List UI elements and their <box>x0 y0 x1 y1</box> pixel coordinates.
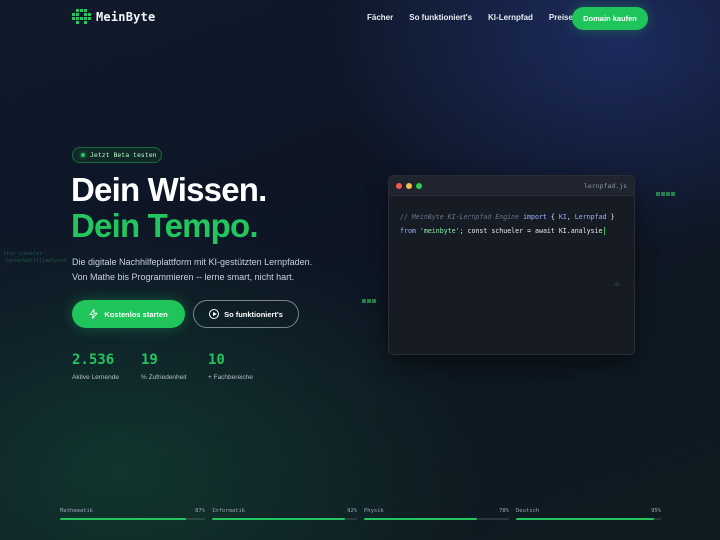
code-comma: , <box>566 213 571 221</box>
pixel-decoration <box>656 192 675 196</box>
stat-aktive-lernende: 2.536 Aktive Lernende <box>72 352 119 381</box>
play-circle-icon <box>209 309 220 319</box>
code-statement: ; const schueler = await KI.analysie <box>459 227 603 235</box>
code-filename: lernpfad.js <box>583 182 627 190</box>
code-content: // MeinByte KI-Lernpfad Engine import { … <box>389 196 634 252</box>
background-code-snippet: .find_schueler Lernpfad(t)[]aalysie , <box>0 251 67 271</box>
code-keyword: import <box>523 213 547 221</box>
domain-kaufen-button[interactable]: Domain kaufen <box>572 7 648 30</box>
code-brace: { <box>550 213 555 221</box>
stat-label: % Zufriedenheit <box>141 374 187 381</box>
beta-badge-label: Jetzt Beta testen <box>90 151 157 159</box>
hero-title-line-2: Dein Tempo. <box>71 207 259 244</box>
progress-fill <box>364 518 478 520</box>
progress-physik: Physik 78% <box>364 508 509 520</box>
maximize-dot-icon <box>416 183 422 189</box>
hero-subtitle: Die digitale Nachhilfeplattform mit KI-g… <box>72 255 312 285</box>
so-funktionierts-button[interactable]: So funktioniert's <box>193 300 299 328</box>
hero-subtitle-line-2: Von Mathe bis Programmieren -- lerne sma… <box>72 272 295 282</box>
nav-link-preise[interactable]: Preise <box>549 13 573 22</box>
code-string: 'meinbyte' <box>419 227 460 235</box>
progress-mathematik: Mathematik 87% <box>60 508 205 520</box>
code-keyword: from <box>400 227 416 235</box>
stat-value: 2.536 <box>72 352 115 368</box>
progress-percent: 92% <box>347 508 357 514</box>
top-navigation: MeinByte Fächer So funktioniert's KI-Ler… <box>0 0 720 36</box>
progress-fill <box>516 518 654 520</box>
kostenlos-starten-button[interactable]: Kostenlos starten <box>72 300 185 328</box>
nav-links: Fächer So funktioniert's KI-Lernpfad Pre… <box>367 13 573 22</box>
progress-track <box>60 518 205 520</box>
nav-link-faecher[interactable]: Fächer <box>367 13 393 22</box>
code-identifier: Lernpfad <box>574 213 607 221</box>
progress-fill <box>212 518 346 520</box>
code-identifier: KI <box>558 213 567 221</box>
progress-track <box>212 518 357 520</box>
logo-pixel-icon <box>72 9 91 24</box>
kostenlos-starten-label: Kostenlos starten <box>104 309 168 319</box>
pixel-decoration <box>362 299 376 303</box>
progress-percent: 78% <box>499 508 509 514</box>
stat-value: 19 <box>141 352 158 368</box>
progress-fill <box>60 518 187 520</box>
progress-subject: Physik <box>364 508 384 514</box>
code-line-2: from 'meinbyte'; const schueler = await … <box>400 224 623 238</box>
stat-label: Aktive Lernende <box>72 374 119 381</box>
stat-zufriedenheit: 19 % Zufriedenheit <box>141 352 187 381</box>
hero-subtitle-line-1: Die digitale Nachhilfeplattform mit KI-g… <box>72 257 313 267</box>
code-editor-window: lernpfad.js // MeinByte KI-Lernpfad Engi… <box>388 175 635 355</box>
progress-subject: Mathematik <box>60 508 94 514</box>
nav-link-ki-lernpfad[interactable]: KI-Lernpfad <box>488 13 533 22</box>
progress-subject: Deutsch <box>516 508 540 514</box>
brand-name: MeinByte <box>96 9 156 24</box>
progress-percent: 87% <box>195 508 205 514</box>
code-comment: // MeinByte KI-Lernpfad Engine <box>400 213 520 221</box>
so-funktionierts-label: So funktioniert's <box>224 309 283 319</box>
stat-label: + Fachbereiche <box>208 374 253 381</box>
lightning-icon <box>89 309 98 319</box>
background-code-snippet: ab <box>614 282 621 288</box>
progress-informatik: Informatik 92% <box>212 508 357 520</box>
progress-track <box>516 518 661 520</box>
brand-logo[interactable]: MeinByte <box>72 9 155 24</box>
minimize-dot-icon <box>406 183 412 189</box>
progress-percent: 95% <box>651 508 661 514</box>
code-line-1: // MeinByte KI-Lernpfad Engine import { … <box>400 210 623 224</box>
hero-title-line-1: Dein Wissen. <box>71 171 267 208</box>
stat-value: 10 <box>208 352 225 368</box>
stat-fachbereiche: 10 + Fachbereiche <box>208 352 253 381</box>
code-brace: } <box>610 213 615 221</box>
progress-deutsch: Deutsch 95% <box>516 508 661 520</box>
progress-subject: Informatik <box>212 508 246 514</box>
text-cursor <box>603 227 605 235</box>
nav-link-so-funktionierts[interactable]: So funktioniert's <box>409 13 472 22</box>
code-window-titlebar: lernpfad.js <box>389 176 634 196</box>
status-dot-icon <box>81 153 85 157</box>
close-dot-icon <box>396 183 402 189</box>
beta-badge[interactable]: Jetzt Beta testen <box>72 147 162 163</box>
progress-track <box>364 518 509 520</box>
